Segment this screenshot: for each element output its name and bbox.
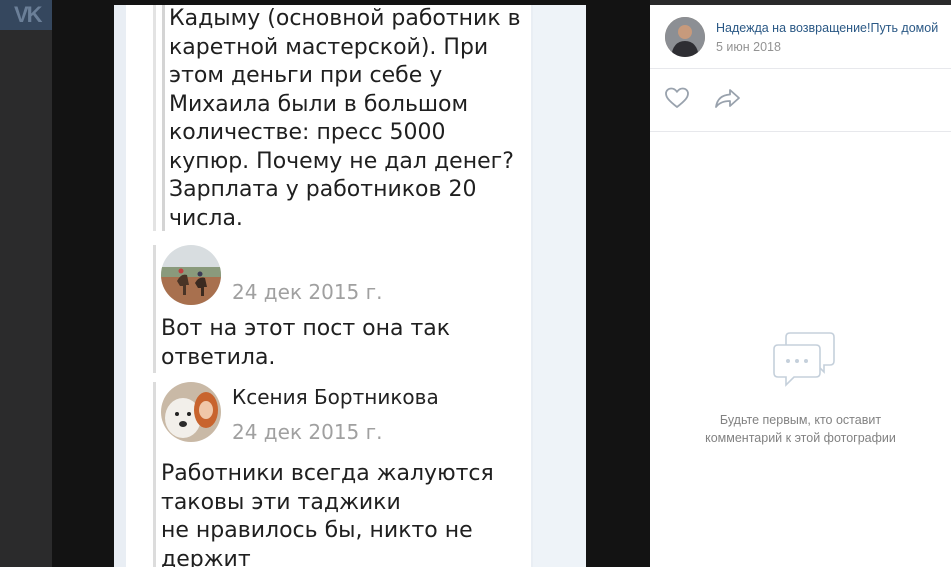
quote-bar <box>153 5 156 231</box>
quote-text: Кадыму (основной работник в каретной мас… <box>169 6 521 231</box>
comments-icon <box>772 331 838 391</box>
reply-bar <box>153 245 156 373</box>
like-button[interactable] <box>664 86 690 110</box>
post-date[interactable]: 5 июн 2018 <box>716 40 781 54</box>
reply-author-name: Ксения Бортникова <box>232 385 439 409</box>
quote-bar-nested <box>162 5 165 231</box>
reply-date: 24 дек 2015 г. <box>232 420 383 444</box>
reply-date: 24 дек 2015 г. <box>232 280 383 304</box>
vk-header: VK <box>0 0 52 30</box>
post-header: Надежда на возвращение!Путь домой 5 июн … <box>650 5 951 69</box>
vk-logo[interactable]: VK <box>14 2 43 28</box>
reply-item: 24 дек 2015 г. Вот на этот пост она так … <box>153 245 523 373</box>
heart-icon <box>665 87 689 108</box>
avatar <box>161 382 221 442</box>
screenshot-card: Кадыму (основной работник в каретной мас… <box>126 5 531 567</box>
reply-item: Ксения Бортникова 24 дек 2015 г. Работни… <box>153 382 523 567</box>
post-actions <box>650 69 951 132</box>
reply-bar <box>153 382 156 567</box>
photo-side-strip <box>533 5 586 567</box>
photo-sidebar: Надежда на возвращение!Путь домой 5 июн … <box>650 5 951 567</box>
empty-comments-text: Будьте первым, кто оставит комментарий к… <box>705 413 896 445</box>
reply-text: Работники всегда жалуются таковы эти тад… <box>161 461 494 567</box>
photo[interactable]: Кадыму (основной работник в каретной мас… <box>114 5 586 567</box>
author-avatar[interactable] <box>665 17 705 57</box>
page-backdrop <box>0 30 52 567</box>
reply-text: Вот на этот пост она так ответила. <box>161 316 451 370</box>
author-name-link[interactable]: Надежда на возвращение!Путь домой <box>716 21 941 35</box>
avatar <box>161 245 221 305</box>
share-button[interactable] <box>714 86 742 110</box>
share-icon <box>715 89 740 108</box>
